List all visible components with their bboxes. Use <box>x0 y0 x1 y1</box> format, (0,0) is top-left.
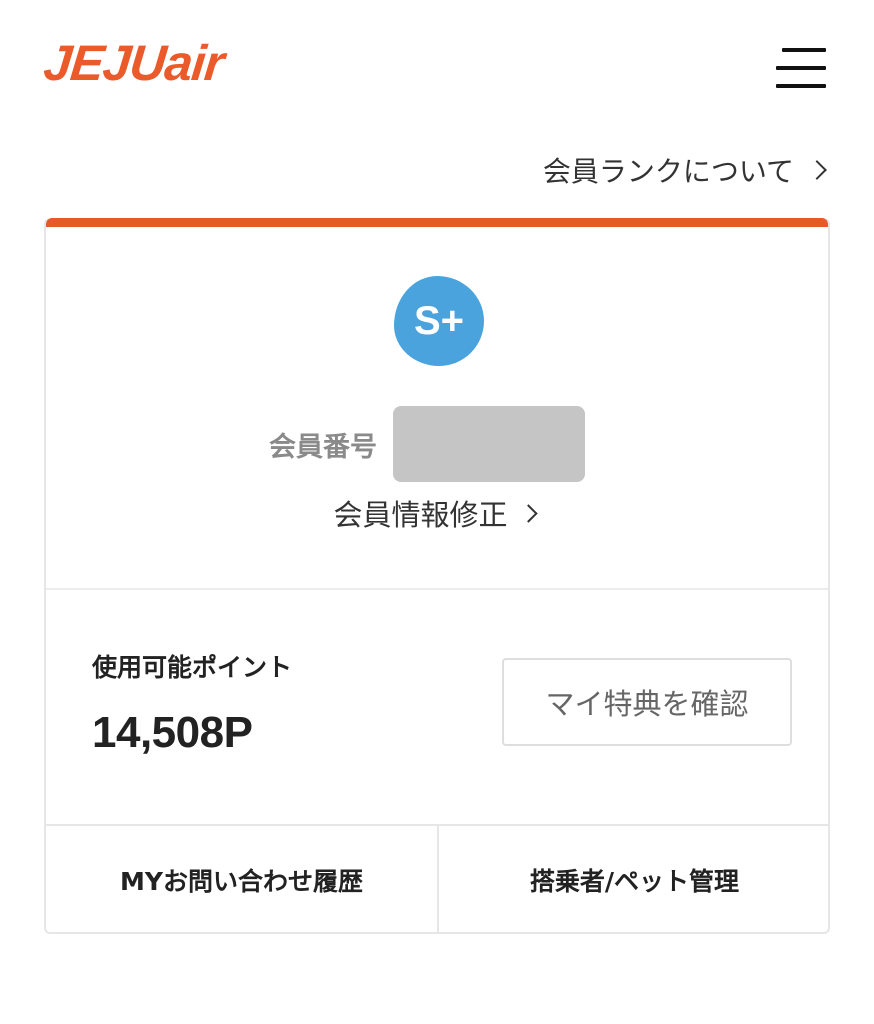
divider <box>46 588 828 590</box>
menu-line <box>776 66 826 70</box>
available-points-label: 使用可能ポイント <box>92 653 293 682</box>
edit-member-info-label: 会員情報修正 <box>333 498 508 532</box>
rank-badge: S+ <box>394 276 484 366</box>
menu-line <box>776 84 826 88</box>
hamburger-menu-icon[interactable] <box>774 46 828 92</box>
member-number-row: 会員番号 <box>46 406 828 482</box>
my-benefits-button[interactable]: マイ特典を確認 <box>502 658 792 746</box>
jejuair-logo[interactable]: JEJUair <box>41 34 226 92</box>
member-rank-info-link[interactable]: 会員ランクについて <box>543 150 830 190</box>
edit-member-info-link[interactable]: 会員情報修正 <box>46 492 828 534</box>
available-points-value: 14,508P <box>92 708 253 757</box>
member-number-value <box>393 406 585 482</box>
inquiry-history-button[interactable]: MYお問い合わせ履歴 <box>46 826 437 932</box>
member-rank-info-label: 会員ランクについて <box>542 155 794 188</box>
member-number-label: 会員番号 <box>269 431 377 463</box>
chevron-right-icon <box>807 160 827 180</box>
menu-line <box>782 48 826 52</box>
chevron-right-icon <box>518 503 538 523</box>
passenger-pet-management-button[interactable]: 搭乗者/ペット管理 <box>439 826 828 932</box>
member-card: S+ 会員番号 会員情報修正 使用可能ポイント 14,508P マイ特典を確認 … <box>44 218 830 934</box>
header: JEJUair <box>0 0 874 130</box>
card-accent-bar <box>46 218 828 227</box>
